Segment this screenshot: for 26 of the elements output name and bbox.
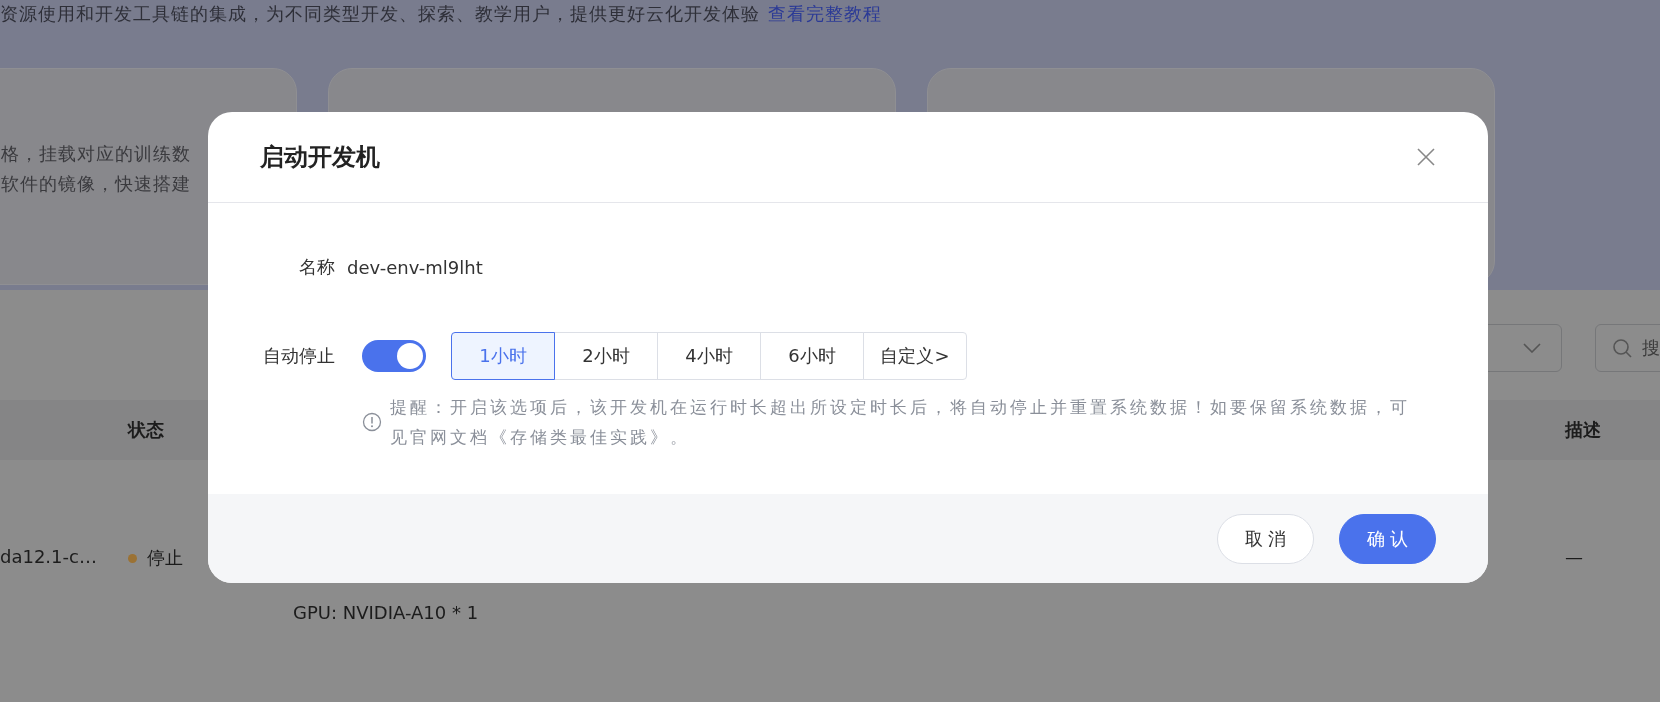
intro-text: 资源使用和开发工具链的集成，为不同类型开发、探索、教学用户，提供更好云化开发体验 bbox=[0, 3, 760, 24]
field-label: 自动停止 bbox=[262, 344, 335, 368]
duration-option[interactable]: 自定义> bbox=[863, 332, 967, 380]
confirm-button[interactable]: 确 认 bbox=[1339, 513, 1436, 564]
step-description: 软件的镜像，快速搭建 bbox=[1, 172, 192, 196]
column-header: 描述 bbox=[1565, 419, 1601, 440]
info-icon bbox=[362, 412, 382, 432]
step-description: 格，挂载对应的训练数 bbox=[1, 142, 192, 166]
cancel-button[interactable]: 取 消 bbox=[1217, 513, 1314, 564]
notice-text: 提醒：开启该选项后，该开发机在运行时长超出所设定时长后，将自动停止并重置系统数据！如要保留系统数据，可见官网文档《存储类最佳实践》。 bbox=[390, 396, 1411, 449]
close-icon[interactable] bbox=[1416, 147, 1436, 167]
duration-option[interactable]: 2小时 bbox=[554, 332, 658, 380]
table-cell: da12.1-c… bbox=[0, 546, 97, 567]
field-value: dev-env-ml9lht bbox=[347, 256, 483, 278]
column-header: 状态 bbox=[128, 419, 164, 440]
table-cell: — bbox=[1565, 546, 1583, 567]
duration-option[interactable]: 6小时 bbox=[760, 332, 864, 380]
toggle-switch[interactable] bbox=[362, 340, 426, 372]
duration-option[interactable]: 4小时 bbox=[657, 332, 761, 380]
duration-option[interactable]: 1小时 bbox=[451, 332, 555, 380]
search-icon bbox=[1612, 338, 1632, 358]
chevron-down-icon bbox=[1523, 343, 1541, 353]
dialog-title: 启动开发机 bbox=[260, 142, 380, 173]
status-text: 停止 bbox=[147, 546, 183, 570]
field-label: 名称 bbox=[298, 255, 335, 279]
table-cell: GPU: NVIDIA-A10 * 1 bbox=[293, 602, 479, 623]
